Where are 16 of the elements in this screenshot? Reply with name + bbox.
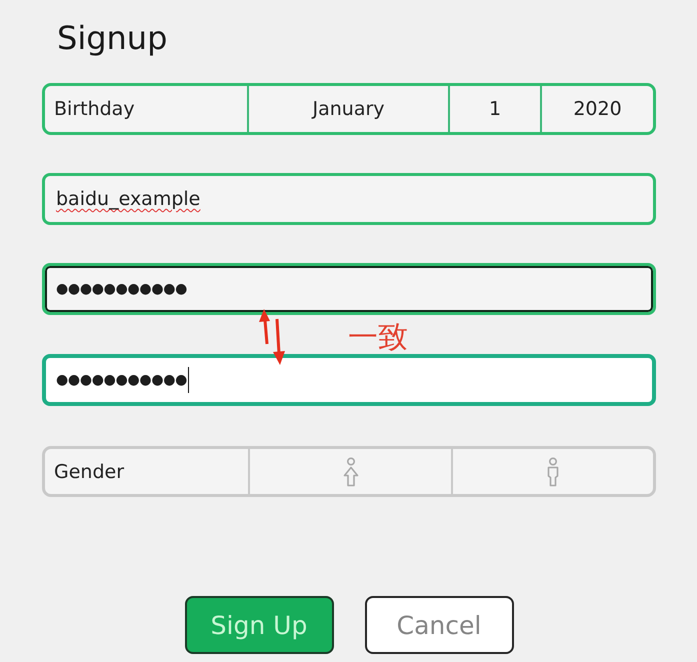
female-person-icon: [342, 456, 358, 486]
text-cursor-icon: [188, 367, 190, 393]
year-selector[interactable]: 2020: [540, 86, 653, 132]
birthday-label: Birthday: [53, 97, 136, 122]
cancel-button[interactable]: Cancel: [364, 596, 514, 654]
annotation-label: 一致: [348, 323, 408, 353]
window-title: Signup: [57, 18, 168, 59]
gender-label: Gender: [53, 460, 126, 484]
day-selector[interactable]: 1: [448, 86, 540, 132]
male-person-icon: [545, 456, 561, 486]
password-field[interactable]: ●●●●●●●●●●●: [42, 263, 656, 315]
username-field[interactable]: baidu_example: [42, 173, 656, 225]
up-arrow: [259, 309, 270, 344]
password-field[interactable]: ●●●●●●●●●●●: [42, 354, 656, 406]
down-arrow: [273, 318, 285, 365]
month-selector[interactable]: January: [247, 86, 448, 132]
